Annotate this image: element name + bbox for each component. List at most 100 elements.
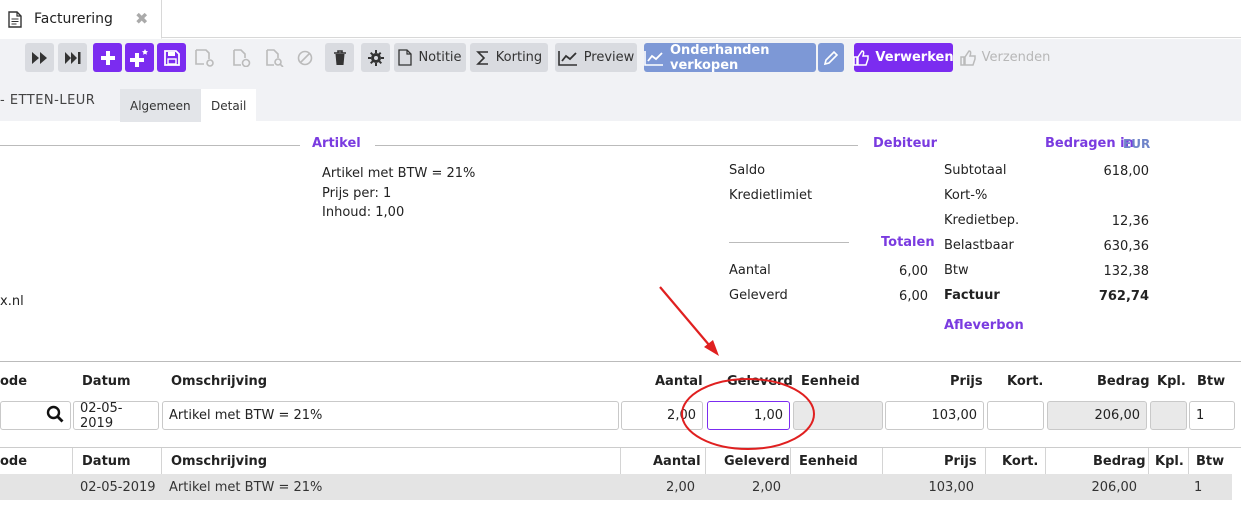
table-kort-header[interactable]: Kort. bbox=[1002, 454, 1038, 469]
table-bedrag-header[interactable]: Bedrag bbox=[1093, 454, 1146, 469]
record-header: - ETTEN-LEUR Algemeen Detail bbox=[0, 81, 1241, 122]
save-copy-button[interactable] bbox=[192, 43, 218, 72]
aantal-field[interactable]: 2,00 bbox=[621, 401, 703, 430]
omschrijving-field[interactable]: Artikel met BTW = 21% bbox=[162, 401, 619, 430]
col-bedrag-header: Bedrag bbox=[1097, 374, 1150, 389]
table-code-header[interactable]: ode bbox=[0, 454, 27, 469]
document-search-icon bbox=[265, 48, 285, 67]
add-line-button[interactable] bbox=[125, 43, 154, 72]
verwerken-button[interactable]: Verwerken bbox=[853, 43, 954, 72]
table-omschrijving-header[interactable]: Omschrijving bbox=[171, 454, 267, 469]
bedrag-field[interactable]: 206,00 bbox=[1047, 401, 1147, 430]
col-eenheid-header: Eenheid bbox=[801, 374, 860, 389]
document-check-button[interactable] bbox=[229, 43, 255, 72]
document-icon bbox=[8, 11, 22, 32]
totalen-title: Totalen bbox=[881, 235, 935, 250]
col-separator bbox=[985, 448, 986, 474]
kredietbep-value: 12,36 bbox=[1111, 214, 1149, 229]
annotation-arrowhead bbox=[704, 340, 719, 356]
fast-forward-button[interactable] bbox=[25, 43, 54, 72]
fast-forward-icon bbox=[31, 51, 49, 65]
notitie-button[interactable]: Notitie bbox=[394, 43, 466, 72]
trash-icon bbox=[333, 49, 347, 66]
email-fragment: x.nl bbox=[0, 294, 24, 309]
notitie-label: Notitie bbox=[418, 50, 462, 65]
add-button[interactable] bbox=[93, 43, 122, 72]
document-search-button[interactable] bbox=[262, 43, 288, 72]
onderhanden-verkopen-button[interactable]: Onderhanden verkopen bbox=[644, 43, 816, 73]
verzenden-label: Verzenden bbox=[981, 50, 1051, 65]
table-aantal-header[interactable]: Aantal bbox=[653, 454, 701, 469]
totalen-aantal-label: Aantal bbox=[729, 263, 771, 278]
currency-label: EUR bbox=[1123, 137, 1151, 151]
kort-label: Kort-% bbox=[944, 188, 988, 203]
korting-label: Korting bbox=[495, 50, 543, 65]
debiteur-title: Debiteur bbox=[873, 136, 938, 151]
btw-value: 132,38 bbox=[1103, 264, 1150, 279]
tab-detail[interactable]: Detail bbox=[201, 89, 257, 122]
row-geleverd: 2,00 bbox=[752, 480, 781, 495]
kort-field[interactable] bbox=[987, 401, 1044, 430]
delete-button[interactable] bbox=[325, 43, 354, 72]
table-geleverd-header[interactable]: Geleverd bbox=[724, 454, 790, 469]
search-icon[interactable] bbox=[46, 405, 64, 427]
subtotaal-value: 618,00 bbox=[1103, 164, 1150, 179]
datum-field[interactable]: 02-05-2019 bbox=[73, 401, 159, 431]
afleverbon-link[interactable]: Afleverbon bbox=[944, 318, 1024, 333]
row-omschrijving: Artikel met BTW = 21% bbox=[169, 480, 323, 495]
geleverd-field[interactable]: 1,00 bbox=[707, 401, 790, 430]
table-eenheid-header[interactable]: Eenheid bbox=[799, 454, 858, 469]
btw-field[interactable]: 1 bbox=[1189, 401, 1235, 430]
annotation-arrow bbox=[659, 286, 716, 353]
kredietbep-label: Kredietbep. bbox=[944, 213, 1020, 228]
table-kpl-header[interactable]: Kpl. bbox=[1155, 454, 1184, 469]
col-separator bbox=[705, 448, 706, 474]
row-btw: 1 bbox=[1194, 480, 1203, 495]
row-datum: 02-05-2019 bbox=[80, 480, 156, 495]
kpl-field[interactable] bbox=[1150, 401, 1187, 430]
artikel-line-2: Prijs per: 1 bbox=[322, 186, 392, 201]
document-check-icon bbox=[232, 48, 252, 67]
bedragen-title: Bedragen in bbox=[1045, 136, 1134, 151]
thumbs-up-icon bbox=[853, 49, 870, 66]
tab-algemeen[interactable]: Algemeen bbox=[120, 89, 201, 122]
belastbaar-value: 630,36 bbox=[1103, 239, 1150, 254]
col-geleverd-header: Geleverd bbox=[727, 374, 793, 389]
tab-strip: Facturering ✖ bbox=[0, 0, 1241, 39]
table-btw-header[interactable]: Btw bbox=[1196, 454, 1224, 469]
cancel-button[interactable] bbox=[293, 43, 317, 72]
col-omschrijving-header: Omschrijving bbox=[171, 374, 268, 389]
col-separator bbox=[1148, 448, 1149, 474]
verzenden-button[interactable]: Verzenden bbox=[959, 43, 1051, 72]
gear-icon bbox=[367, 49, 384, 66]
pencil-icon bbox=[823, 50, 839, 66]
preview-button[interactable]: Preview bbox=[555, 43, 637, 72]
row-prijs: 103,00 bbox=[928, 480, 975, 495]
last-record-button[interactable] bbox=[58, 43, 87, 72]
col-aantal-header: Aantal bbox=[655, 374, 703, 389]
tab-facturering[interactable]: Facturering ✖ bbox=[0, 0, 162, 39]
col-prijs-header: Prijs bbox=[950, 374, 983, 389]
code-field[interactable] bbox=[0, 401, 71, 430]
factuur-label: Factuur bbox=[944, 288, 1000, 303]
korting-button[interactable]: Korting bbox=[470, 43, 548, 72]
col-separator bbox=[790, 448, 791, 474]
close-icon[interactable]: ✖ bbox=[135, 9, 148, 28]
factuur-value: 762,74 bbox=[1098, 289, 1149, 304]
save-button[interactable] bbox=[157, 43, 186, 72]
table-prijs-header[interactable]: Prijs bbox=[944, 454, 977, 469]
table-row[interactable]: 02-05-2019 Artikel met BTW = 21% 2,00 2,… bbox=[0, 474, 1232, 500]
floppy-gear-icon bbox=[195, 48, 215, 67]
skip-end-icon bbox=[64, 51, 82, 65]
saldo-label: Saldo bbox=[729, 163, 766, 178]
prijs-field[interactable]: 103,00 bbox=[885, 401, 984, 430]
ban-icon bbox=[297, 50, 313, 66]
settings-button[interactable] bbox=[361, 43, 390, 72]
artikel-divider-left bbox=[0, 145, 300, 146]
line-chart-icon bbox=[557, 50, 578, 66]
col-code-header: ode bbox=[0, 374, 28, 389]
edit-button[interactable] bbox=[818, 43, 844, 72]
sigma-icon bbox=[475, 50, 490, 66]
eenheid-field[interactable] bbox=[793, 401, 883, 430]
table-datum-header[interactable]: Datum bbox=[82, 454, 131, 469]
